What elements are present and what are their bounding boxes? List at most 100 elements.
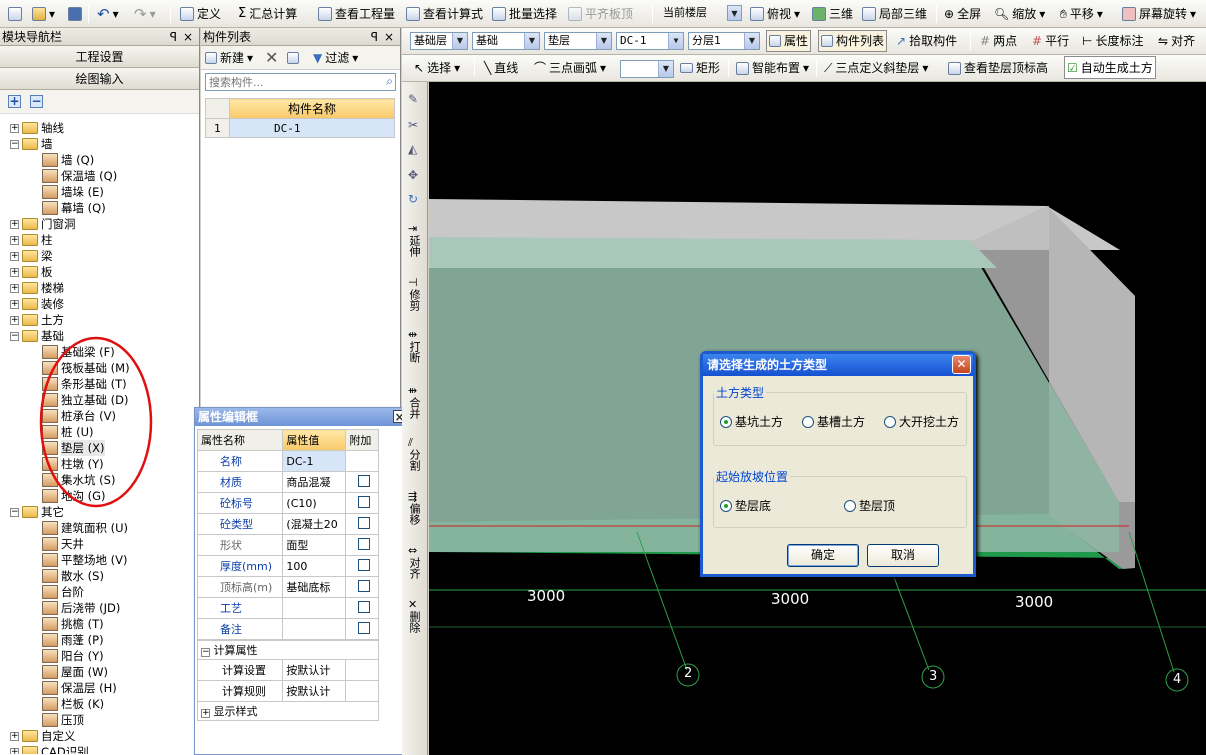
- tree-item[interactable]: + 门窗洞: [10, 216, 76, 232]
- component-select[interactable]: DC-1 ▼: [616, 32, 684, 50]
- view-quantity-button[interactable]: 查看工程量: [316, 3, 397, 25]
- define-button[interactable]: 定义: [178, 3, 223, 25]
- collapse-icon[interactable]: −: [10, 507, 19, 517]
- property-row[interactable]: 顶标高(m) 基础底标: [196, 576, 379, 598]
- tree-item[interactable]: 散水 (S): [42, 568, 104, 584]
- tree-item[interactable]: + CAD识别: [10, 744, 89, 754]
- radio-pad-bottom[interactable]: 垫层底: [720, 497, 771, 514]
- project-settings-button[interactable]: 工程设置: [0, 46, 199, 68]
- smart-layout-button[interactable]: 智能布置 ▾: [734, 57, 811, 79]
- tree-item[interactable]: + 土方: [10, 312, 64, 328]
- radio-pit-earthwork[interactable]: 基坑土方: [720, 413, 783, 430]
- extra-checkbox[interactable]: [357, 579, 370, 592]
- pin-icon[interactable]: ꟼ: [371, 28, 378, 46]
- calc-settings-value[interactable]: 按默认计: [282, 659, 347, 681]
- top-view-button[interactable]: 俯视 ▾: [748, 3, 802, 25]
- radio-pad-top[interactable]: 垫层顶: [844, 497, 895, 514]
- fullscreen-button[interactable]: ⊕ 全屏: [942, 3, 983, 25]
- property-value[interactable]: 商品混凝: [282, 471, 347, 493]
- pencil-icon[interactable]: ✎: [408, 92, 418, 106]
- undo-icon[interactable]: ↶ ▾: [95, 3, 121, 25]
- tree-item[interactable]: + 装修: [10, 296, 64, 312]
- extra-checkbox[interactable]: [357, 558, 370, 571]
- tree-item[interactable]: + 轴线: [10, 120, 64, 136]
- rotate-button[interactable]: 屏幕旋转 ▾: [1120, 3, 1198, 25]
- expand-icon[interactable]: +: [10, 235, 19, 245]
- calc-group-row[interactable]: − 计算属性: [197, 640, 379, 660]
- parallel-button[interactable]: # 平行: [1030, 30, 1071, 52]
- view-formula-button[interactable]: 查看计算式: [404, 3, 485, 25]
- arc-mode-select[interactable]: ▼: [620, 60, 674, 78]
- property-value[interactable]: DC-1: [282, 450, 347, 472]
- three-d-button[interactable]: 三维: [810, 3, 855, 25]
- split-tool[interactable]: ⫽ 分割: [408, 436, 422, 474]
- scissors-icon[interactable]: ✂: [408, 118, 418, 132]
- tree-item[interactable]: + 自定义: [10, 728, 76, 744]
- property-value[interactable]: [282, 597, 347, 619]
- search-icon[interactable]: ⌕: [386, 74, 393, 89]
- subtype-select[interactable]: 垫层 ▼: [544, 32, 612, 50]
- property-value[interactable]: 100: [282, 555, 347, 577]
- extra-checkbox[interactable]: [357, 474, 370, 487]
- tree-item[interactable]: 幕墙 (Q): [42, 200, 106, 216]
- sublayer-select[interactable]: 分层1 ▼: [688, 32, 760, 50]
- pan-button[interactable]: ✋︎ 平移 ▾: [1058, 3, 1105, 25]
- component-list-button[interactable]: 构件列表: [818, 30, 888, 52]
- extra-checkbox[interactable]: [357, 600, 370, 613]
- property-value[interactable]: [282, 618, 347, 640]
- line-button[interactable]: ╲ 直线: [482, 57, 520, 79]
- length-dim-button[interactable]: ⊢ 长度标注: [1080, 30, 1145, 52]
- move-icon[interactable]: ✥: [408, 168, 418, 182]
- property-row[interactable]: 形状 面型: [196, 534, 379, 556]
- redo-icon[interactable]: ↷ ▾: [132, 3, 158, 25]
- tree-item[interactable]: 保温墙 (Q): [42, 168, 117, 184]
- tree-item[interactable]: 台阶: [42, 584, 84, 600]
- expand-icon[interactable]: +: [10, 315, 19, 325]
- zoom-button[interactable]: 🔍︎ 缩放 ▾: [992, 3, 1047, 25]
- extra-checkbox[interactable]: [357, 621, 370, 634]
- merge-tool[interactable]: ⇻ 合并: [408, 384, 422, 422]
- col-component-name[interactable]: 构件名称: [229, 98, 395, 119]
- align-slab-top-button[interactable]: 平齐板顶: [566, 3, 635, 25]
- new-file-icon[interactable]: [6, 3, 24, 25]
- expand-all-icon[interactable]: +: [8, 95, 21, 108]
- pin-icon[interactable]: ꟼ: [170, 28, 177, 46]
- align-button[interactable]: ⇋ 对齐: [1156, 30, 1197, 52]
- property-value[interactable]: (C10): [282, 492, 347, 514]
- property-value[interactable]: (混凝土20: [282, 513, 347, 535]
- tree-item[interactable]: 墙 (Q): [42, 152, 94, 168]
- new-component-button[interactable]: 新建 ▾: [203, 47, 255, 69]
- radio-open-excavation[interactable]: 大开挖土方: [884, 413, 959, 430]
- slope-pad-button[interactable]: ⟋ 三点定义斜垫层 ▾: [822, 57, 930, 79]
- expand-icon[interactable]: +: [10, 747, 19, 754]
- drawing-input-button[interactable]: 绘图输入: [0, 68, 199, 90]
- tree-item[interactable]: + 梁: [10, 248, 53, 264]
- expand-icon[interactable]: +: [10, 267, 19, 277]
- property-row[interactable]: 材质 商品混凝: [196, 471, 379, 493]
- batch-select-button[interactable]: 批量选择: [490, 3, 559, 25]
- tree-item[interactable]: 屋面 (W): [42, 664, 108, 680]
- filter-button[interactable]: ▼ 过滤 ▾: [311, 47, 360, 69]
- break-tool[interactable]: ⇹ 打断: [408, 328, 422, 366]
- select-button[interactable]: ↖ 选择 ▾: [412, 57, 462, 79]
- expand-icon[interactable]: +: [10, 219, 19, 229]
- two-point-button[interactable]: # 两点: [978, 30, 1019, 52]
- property-row[interactable]: 砼类型 (混凝土20: [196, 513, 379, 535]
- collapse-icon[interactable]: −: [10, 139, 19, 149]
- property-row[interactable]: 工艺: [196, 597, 379, 619]
- property-row[interactable]: 备注: [196, 618, 379, 640]
- ok-button[interactable]: 确定: [787, 544, 859, 567]
- collapse-all-icon[interactable]: −: [30, 95, 43, 108]
- delete-tool[interactable]: ✕ 删除: [408, 598, 422, 636]
- collapse-icon[interactable]: −: [10, 331, 19, 341]
- view-pad-top-button[interactable]: 查看垫层顶标高: [946, 57, 1050, 79]
- auto-earthwork-button[interactable]: ☑ 自动生成土方: [1064, 56, 1156, 79]
- tree-item[interactable]: 压顶: [42, 712, 84, 728]
- expand-icon[interactable]: +: [10, 251, 19, 261]
- floor-select[interactable]: 当前楼层 ▼: [660, 5, 742, 23]
- close-icon[interactable]: ✕: [952, 355, 971, 374]
- tree-item[interactable]: + 柱: [10, 232, 53, 248]
- table-row[interactable]: 1 DC-1: [205, 118, 395, 138]
- tree-item[interactable]: 天井: [42, 536, 84, 552]
- save-icon[interactable]: [66, 3, 84, 25]
